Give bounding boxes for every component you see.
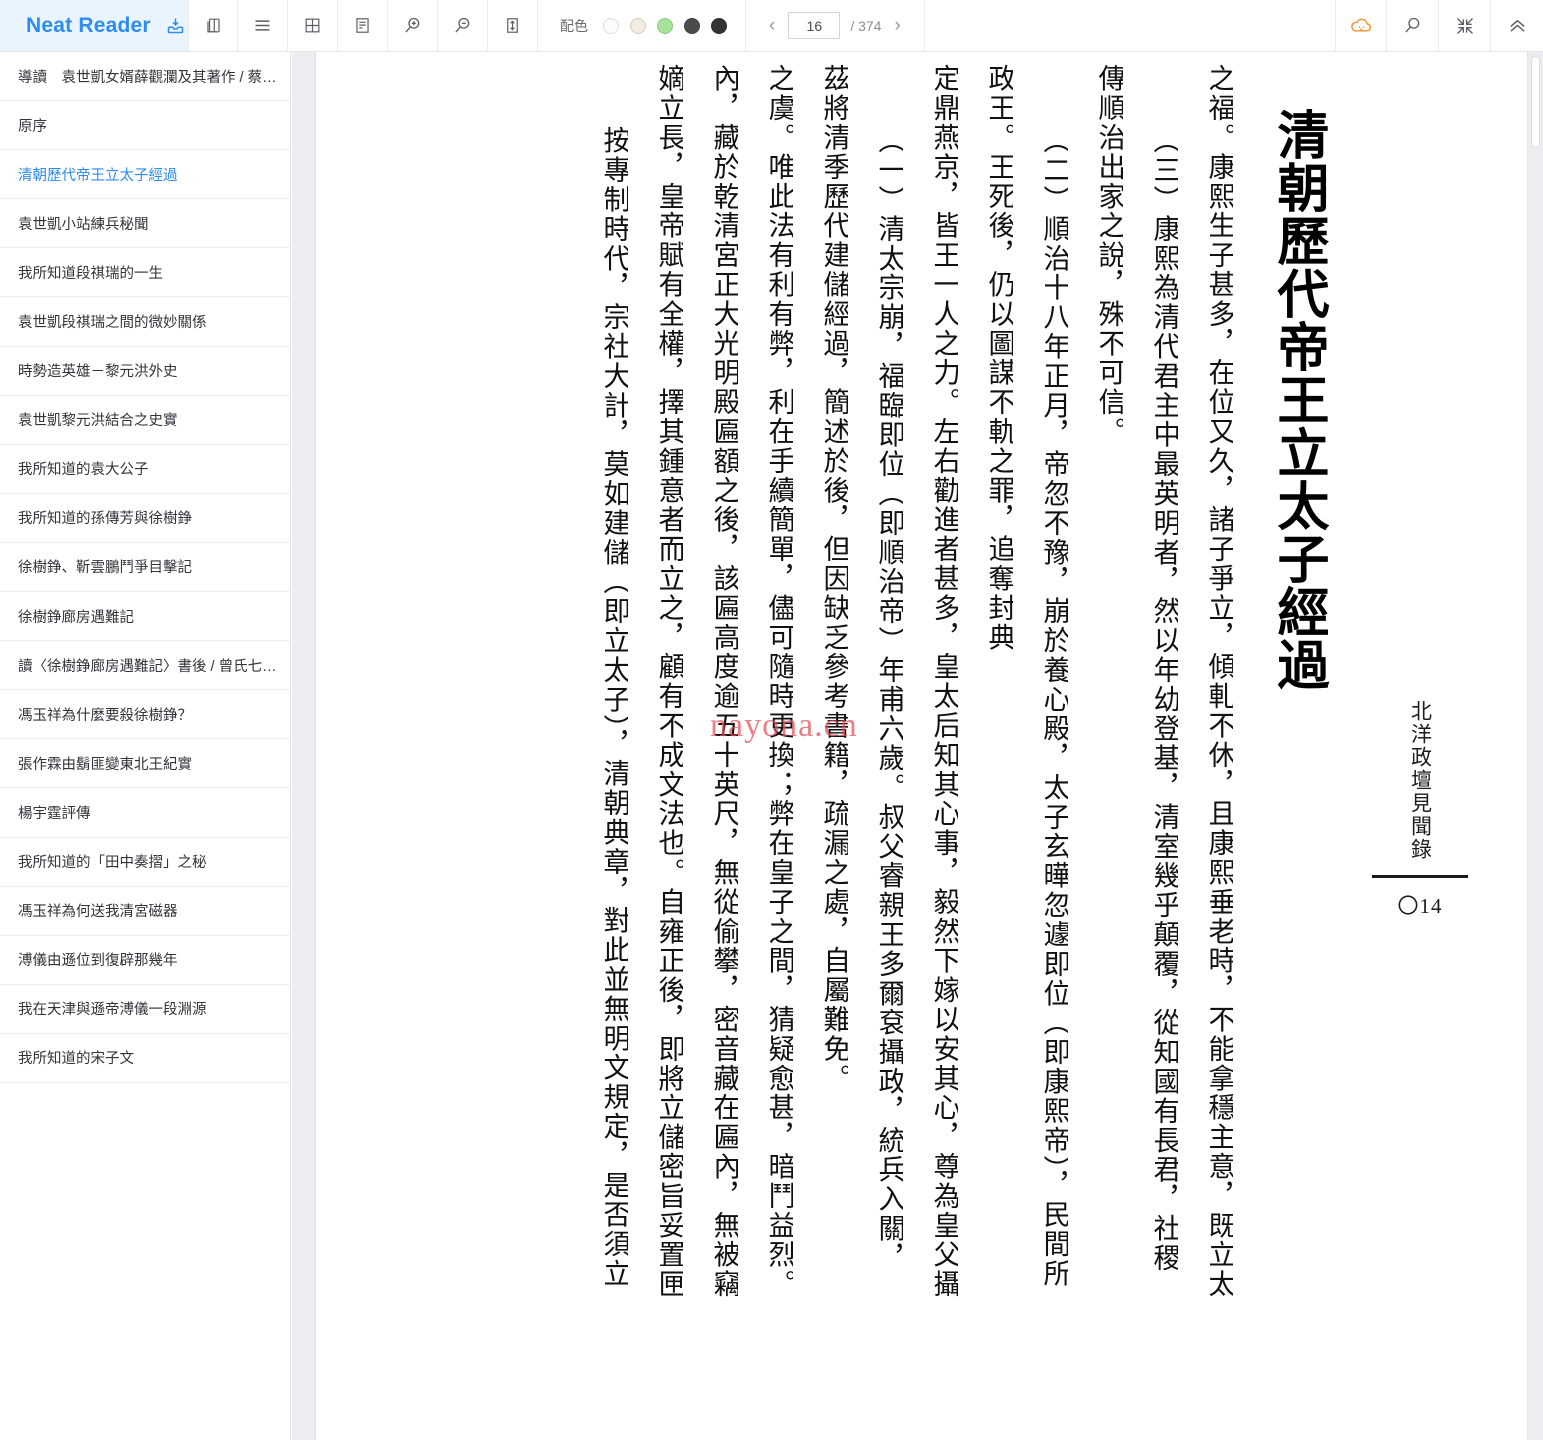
page-number-input[interactable] [788,12,841,39]
toolbar-spacer [924,0,1335,51]
folio-number: 〇14 [1397,894,1443,918]
sidebar-item-9[interactable]: 我所知道的孫傳芳與徐樹錚 [0,494,290,543]
vertical-scrollbar-track[interactable] [1527,52,1543,1440]
running-head: 北洋政壇見聞錄 [1408,700,1433,861]
collapse-up-icon[interactable] [1491,0,1543,51]
two-page-view-icon[interactable] [188,0,238,51]
sidebar-item-18[interactable]: 溥儀由遜位到復辟那幾年 [0,936,290,985]
scheme-sepia-swatch[interactable] [630,17,646,34]
fit-height-icon[interactable] [488,0,538,51]
page-margin-block: 北洋政壇見聞錄 〇14 [1350,60,1490,920]
body-column-9: 傳順治出家之說，殊不可信。 [1094,64,1124,447]
sidebar-item-8[interactable]: 我所知道的袁大公子 [0,445,290,494]
app-title: Neat Reader [26,13,151,37]
cloud-sync-icon[interactable] [1335,0,1387,51]
body-column-1: 嫡立長，皇帝賦有全權，擇其鍾意者而立之，顧有不成文法也。自雍正後，即將立儲密旨妥… [654,64,684,1299]
body-column-6: 定鼎燕京，皆王一人之力。左右勸進者甚多，皇太后知其心事，毅然下嫁以安其心，尊為皇… [929,64,959,1299]
folio-rule [1372,875,1468,878]
scheme-green-swatch[interactable] [657,17,673,34]
top-toolbar: Neat Reader 配色 ‹ 16 / 374 › [0,0,1543,52]
sidebar-item-14[interactable]: 張作霖由鬍匪變東北王紀實 [0,739,290,789]
scheme-white-swatch[interactable] [603,17,619,34]
sidebar-item-10[interactable]: 徐樹錚、靳雲鵬鬥爭目擊記 [0,543,290,593]
body-text-columns: 按專制時代，宗社大計，莫如建儲（即立太子），清朝典章，對此並無明文規定，是否須立… [573,64,1233,1440]
sidebar-item-20[interactable]: 我所知道的宋子文 [0,1034,290,1083]
chapter-title: 清朝歷代帝王立太子經過 [1269,108,1326,691]
app-brand[interactable]: Neat Reader [0,0,188,51]
zoom-in-icon[interactable] [388,0,438,51]
toolbar-right-group [1335,0,1543,51]
body-column-11: 之福。康熙生子甚多，在位又久，諸子爭立，傾軋不休，且康熙垂老時，不能拿穩主意，既… [1204,64,1234,1299]
page-navigator: ‹ / 374 › [746,0,925,51]
body-column-2: 內，藏於乾清宮正大光明殿匾額之後，該匾高度逾五十英尺，無從偷攀，密音藏在匾內，無… [709,64,739,1299]
exit-fullscreen-icon[interactable] [1439,0,1491,51]
color-scheme-group: 配色 [538,0,746,51]
sidebar-item-12[interactable]: 讀〈徐樹錚廊房遇難記〉書後 / 曾氏七… [0,641,290,691]
grid-view-icon[interactable] [288,0,338,51]
toc-list: 導讀 袁世凱女婿薛觀瀾及其著作 / 蔡… 原序 清朝歷代帝王立太子經過 袁世凱小… [0,52,290,1083]
sidebar-item-6[interactable]: 時勢造英雄－黎元洪外史 [0,347,290,396]
sidebar-item-17[interactable]: 馮玉祥為何送我清宮磁器 [0,887,290,936]
sidebar-item-16[interactable]: 我所知道的「田中奏摺」之秘 [0,838,290,887]
reader-viewport[interactable]: 北洋政壇見聞錄 〇14 清朝歷代帝王立太子經過 按專制時代，宗社大計，莫如建儲（… [316,52,1490,1440]
list-view-icon[interactable] [238,0,288,51]
prev-page-button[interactable]: ‹ [766,16,778,35]
sidebar-item-4[interactable]: 我所知道段祺瑞的一生 [0,248,290,298]
sidebar-item-2[interactable]: 清朝歷代帝王立太子經過 [0,150,290,200]
sidebar-page-gutter [292,52,316,1440]
sidebar-item-13[interactable]: 馮玉祥為什麼要殺徐樹錚？ [0,690,290,740]
sidebar-item-1[interactable]: 原序 [0,101,290,151]
download-inbox-icon[interactable] [165,15,186,36]
body-column-8: （二）順治十八年正月，帝忽不豫，崩於養心殿，太子玄曄忽遽即位（即康熙帝），民間所 [1039,126,1069,1289]
page-total-label: / 374 [850,17,882,34]
sidebar-item-5[interactable]: 袁世凱段祺瑞之間的微妙關係 [0,297,290,347]
body-column-10: （三）康熙為清代君主中最英明者，然以年幼登基，清室幾乎顛覆，從知國有長君，社稷 [1149,126,1179,1273]
sidebar-item-11[interactable]: 徐樹錚廊房遇難記 [0,592,290,642]
sidebar-item-3[interactable]: 袁世凱小站練兵秘聞 [0,199,290,249]
sidebar-item-19[interactable]: 我在天津與遜帝溥儀一段淵源 [0,985,290,1034]
book-page: 北洋政壇見聞錄 〇14 清朝歷代帝王立太子經過 按專制時代，宗社大計，莫如建儲（… [316,52,1490,1440]
view-tools-group [188,0,538,51]
scheme-black-swatch[interactable] [711,17,727,34]
body-column-5: （一）清太宗崩，福臨即位（即順治帝）年甫六歲。叔父睿親王多爾袞攝政，統兵入關， [874,126,904,1273]
next-page-button[interactable]: › [891,16,903,35]
table-of-contents-sidebar[interactable]: 導讀 袁世凱女婿薛觀瀾及其著作 / 蔡… 原序 清朝歷代帝王立太子經過 袁世凱小… [0,52,291,1440]
body-column-0: 按專制時代，宗社大計，莫如建儲（即立太子），清朝典章，對此並無明文規定，是否須立 [599,126,629,1289]
search-icon[interactable] [1387,0,1439,51]
body-column-4: 茲將清季歷代建儲經過，簡述於後，但因缺乏參考書籍，疏漏之處，自屬難免。 [819,64,849,1093]
sidebar-item-7[interactable]: 袁世凱黎元洪結合之史實 [0,396,290,445]
vertical-scrollbar-thumb[interactable] [1531,56,1540,148]
sidebar-item-0[interactable]: 導讀 袁世凱女婿薛觀瀾及其著作 / 蔡… [0,52,290,102]
color-scheme-label: 配色 [560,17,588,34]
single-page-view-icon[interactable] [338,0,388,51]
zoom-out-icon[interactable] [438,0,488,51]
scheme-gray-swatch[interactable] [684,17,700,34]
sidebar-item-15[interactable]: 楊宇霆評傳 [0,788,290,838]
body-column-7: 政王。王死後，仍以圖謀不軌之罪，追奪封典 [984,64,1014,652]
body-column-3: 之虞。唯此法有利有弊，利在手續簡單，儘可隨時更換；弊在皇子之間，猜疑愈甚，暗鬥益… [764,64,794,1299]
